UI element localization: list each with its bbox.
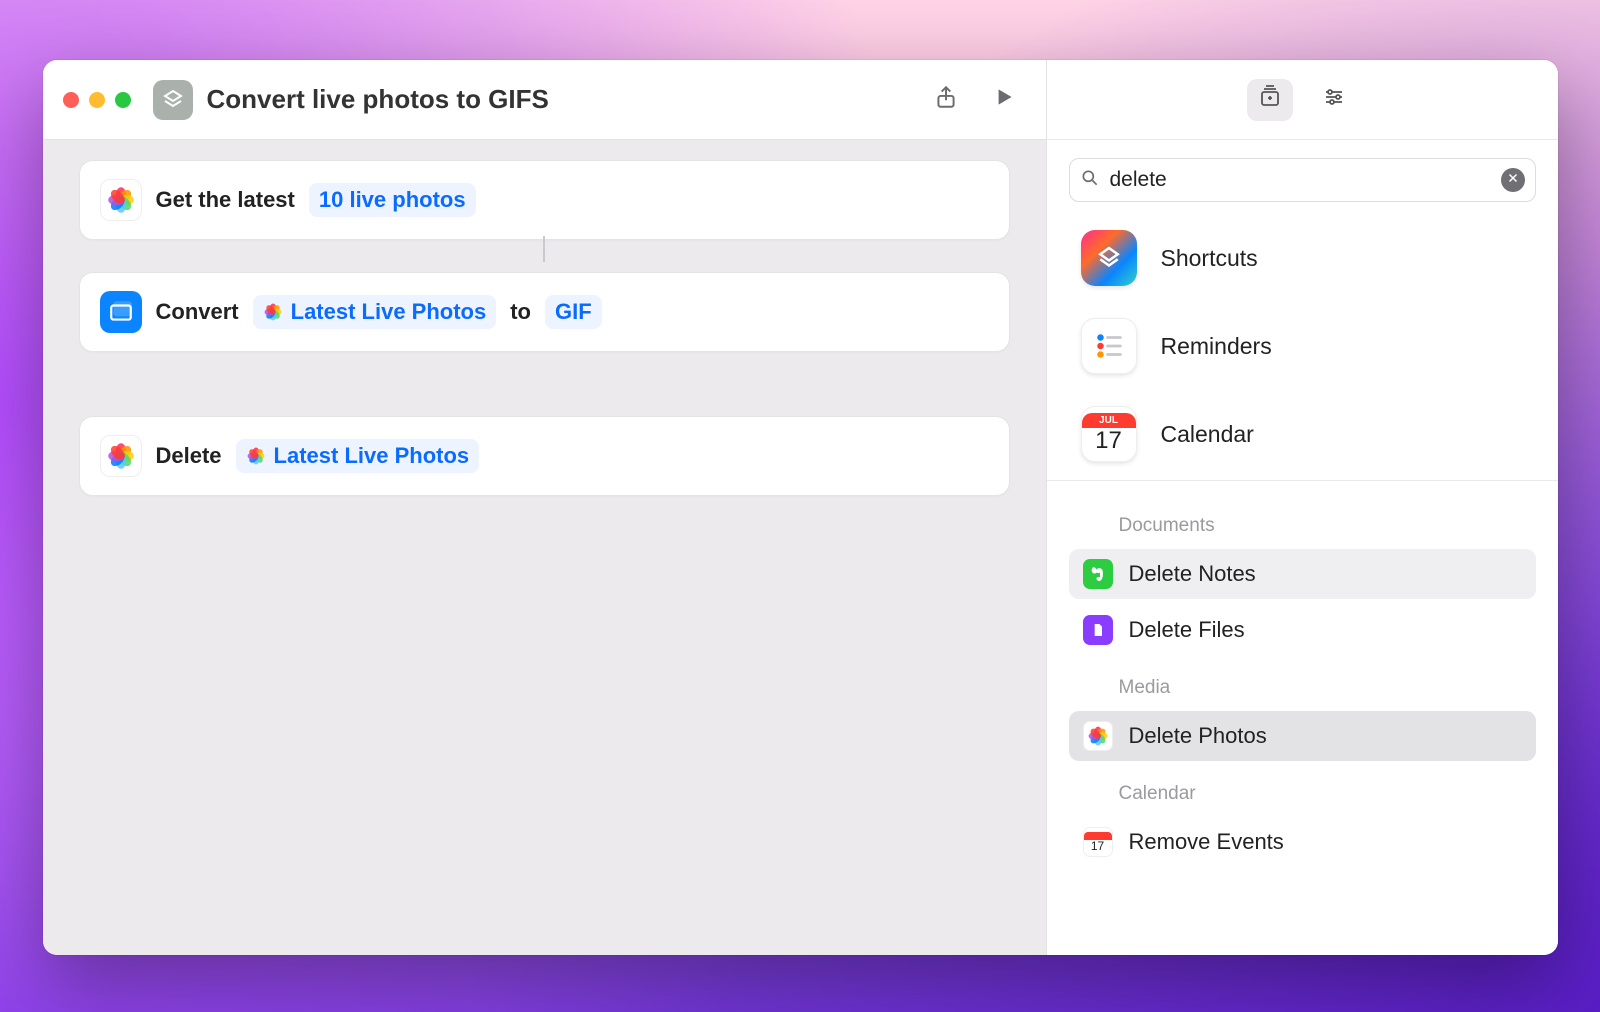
app-result-label: Shortcuts	[1161, 245, 1258, 272]
results-group-label: Documents	[1069, 499, 1536, 543]
action-result-delete-photos[interactable]: Delete Photos	[1069, 711, 1536, 761]
action-result-delete-files[interactable]: Delete Files	[1069, 605, 1536, 655]
action-result-label: Remove Events	[1129, 829, 1284, 855]
action-text: Delete	[156, 443, 222, 469]
reminders-app-icon	[1081, 318, 1137, 374]
calendar-app-icon: JUL 17	[1081, 406, 1137, 462]
zoom-window-button[interactable]	[115, 92, 131, 108]
library-pane: Shortcuts Reminders JUL 17 Calendar Docu…	[1047, 60, 1558, 955]
close-window-button[interactable]	[63, 92, 79, 108]
action-result-label: Delete Notes	[1129, 561, 1256, 587]
run-button[interactable]	[982, 78, 1026, 122]
action-text: Convert	[156, 299, 239, 325]
titlebar	[43, 60, 1046, 140]
photos-app-icon	[100, 179, 142, 221]
action-delete-photos[interactable]: Delete Latest Live Photos	[79, 416, 1010, 496]
shortcut-icon[interactable]	[153, 80, 193, 120]
traffic-lights	[63, 92, 131, 108]
x-icon	[1507, 171, 1519, 189]
minimize-window-button[interactable]	[89, 92, 105, 108]
share-icon	[933, 84, 959, 115]
files-icon	[1083, 615, 1113, 645]
shortcut-title-input[interactable]	[207, 84, 637, 115]
editor-pane: Get the latest 10 live photos Convert La…	[43, 60, 1047, 955]
library-icon	[1258, 85, 1282, 114]
app-result-calendar[interactable]: JUL 17 Calendar	[1081, 406, 1524, 462]
photos-icon	[1083, 721, 1113, 751]
action-search[interactable]	[1069, 158, 1536, 202]
action-result-delete-notes[interactable]: Delete Notes	[1069, 549, 1536, 599]
library-mode-toolbar	[1047, 60, 1558, 140]
action-result-label: Delete Files	[1129, 617, 1245, 643]
action-result-label: Delete Photos	[1129, 723, 1267, 749]
action-text: to	[510, 299, 531, 325]
search-icon	[1080, 168, 1100, 193]
shortcuts-app-icon	[1081, 230, 1137, 286]
media-app-icon	[100, 291, 142, 333]
flow-connector	[543, 236, 545, 262]
action-search-input[interactable]	[1110, 168, 1491, 192]
results-group-label: Media	[1069, 661, 1536, 705]
action-result-remove-events[interactable]: 17 Remove Events	[1069, 817, 1536, 867]
calendar-icon: 17	[1083, 827, 1113, 857]
evernote-icon	[1083, 559, 1113, 589]
action-parameter-format[interactable]: GIF	[545, 295, 602, 329]
action-text: Get the latest	[156, 187, 295, 213]
sliders-icon	[1322, 85, 1346, 114]
action-parameter-count[interactable]: 10 live photos	[309, 183, 476, 217]
clear-search-button[interactable]	[1501, 168, 1525, 192]
action-parameter-input[interactable]: Latest Live Photos	[253, 295, 497, 329]
app-result-label: Calendar	[1161, 421, 1254, 448]
shortcuts-editor-window: Get the latest 10 live photos Convert La…	[43, 60, 1558, 955]
settings-mode-button[interactable]	[1311, 79, 1357, 121]
share-button[interactable]	[924, 78, 968, 122]
app-result-reminders[interactable]: Reminders	[1081, 318, 1524, 374]
action-results: Documents Delete Notes Delete Files Medi…	[1047, 481, 1558, 885]
action-get-latest-photos[interactable]: Get the latest 10 live photos	[79, 160, 1010, 240]
library-mode-button[interactable]	[1247, 79, 1293, 121]
workflow-canvas[interactable]: Get the latest 10 live photos Convert La…	[43, 140, 1046, 955]
photos-app-icon	[100, 435, 142, 477]
results-group-label: Calendar	[1069, 767, 1536, 811]
app-result-shortcuts[interactable]: Shortcuts	[1081, 230, 1524, 286]
action-parameter-input[interactable]: Latest Live Photos	[236, 439, 480, 473]
action-convert[interactable]: Convert Latest Live Photos to GIF	[79, 272, 1010, 352]
play-icon	[991, 84, 1017, 115]
app-results: Shortcuts Reminders JUL 17 Calendar	[1047, 202, 1558, 481]
app-result-label: Reminders	[1161, 333, 1272, 360]
